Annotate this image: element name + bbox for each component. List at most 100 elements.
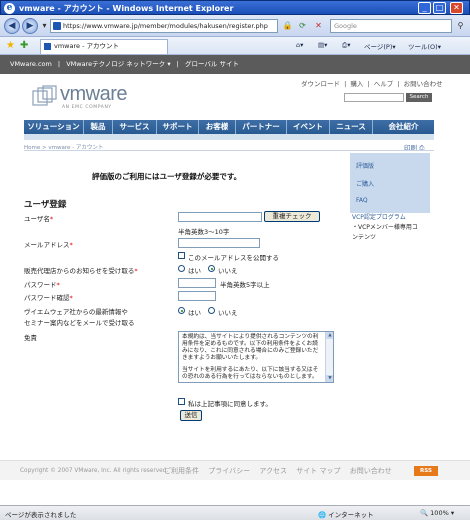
lock-icon[interactable]: 🔒 [282, 20, 293, 31]
address-toolbar: ◀ ▶ ▾ https://www.vmware.jp/member/modul… [0, 15, 470, 37]
email-input[interactable] [178, 238, 260, 248]
email-public-label: このメールアドレスを公開する [188, 254, 279, 262]
copyright: Copyright © 2007 VMware, Inc. All rights… [20, 468, 169, 474]
terms-textarea[interactable]: 本規約は、当サイトにより提供されるコンテンツの利用条件を定めるものです。以下の利… [178, 331, 334, 383]
nav-customers[interactable]: お客様 [199, 120, 236, 134]
tab-toolbar: ★ ✚ vmware - アカウント ⌂▾ ▤▾ ⎙▾ ページ(P)▾ ツール(… [0, 37, 470, 55]
seminar-yes-radio[interactable] [178, 307, 185, 314]
dealer-notice-yes-radio[interactable] [178, 265, 185, 272]
nav-products[interactable]: 製品 [84, 120, 113, 134]
nav-partners[interactable]: パートナー [236, 120, 287, 134]
password-confirm-input[interactable] [178, 291, 216, 301]
maximize-button[interactable]: □ [433, 2, 446, 14]
terms-scrollbar[interactable]: ▲ ▼ [325, 332, 333, 382]
stop-button[interactable]: ✕ [313, 20, 324, 31]
nav-events[interactable]: イベント [287, 120, 330, 134]
page-menu[interactable]: ページ(P)▾ [364, 41, 396, 51]
print-link[interactable]: 印刷 ⎙ [404, 142, 424, 153]
utility-separator: | [367, 80, 370, 88]
seminar-label-2: セミナー案内などをメールで受け取る [24, 319, 135, 327]
forward-button[interactable]: ▶ [22, 18, 38, 34]
agree-checkbox[interactable] [178, 398, 185, 405]
dealer-notice-no-radio[interactable] [208, 265, 215, 272]
help-link[interactable]: ヘルプ [374, 80, 394, 88]
footer-contact-link[interactable]: お問い合わせ [350, 467, 392, 475]
footer-links: ご利用条件 プライバシー アクセス サイト マップ お問い合わせ [164, 466, 399, 476]
submit-button[interactable]: 送信 [180, 410, 202, 421]
required-mark: * [49, 215, 54, 223]
side-link-trial[interactable]: 評価版 [356, 161, 374, 170]
duplicate-check-button[interactable]: 重複チェック [264, 211, 320, 222]
scroll-up-arrow-icon[interactable]: ▲ [326, 332, 333, 339]
dealer-notice-yes-label: はい [188, 267, 201, 275]
nav-news[interactable]: ニュース [330, 120, 373, 134]
feeds-icon[interactable]: ▤▾ [318, 41, 327, 49]
topstrip-global-link[interactable]: グローバル サイト [185, 60, 239, 68]
password-input[interactable] [178, 278, 216, 288]
footer-privacy-link[interactable]: プライバシー [208, 467, 250, 475]
vcp-member-link[interactable]: ・VCPメンバー様専用コ [352, 223, 418, 233]
footer-access-link[interactable]: アクセス [259, 467, 287, 475]
site-search-input[interactable] [344, 93, 404, 102]
topstrip-vmtn-link[interactable]: VMwareテクノロジ ネットワーク ▾ [66, 60, 170, 68]
minimize-button[interactable]: _ [418, 2, 431, 14]
security-zone[interactable]: 🌐 インターネット [318, 509, 374, 519]
back-button[interactable]: ◀ [4, 18, 20, 34]
email-public-checkbox[interactable] [178, 252, 185, 259]
username-input[interactable] [178, 212, 262, 222]
nav-solutions[interactable]: ソリューション [24, 120, 84, 134]
zoom-level: 100% [430, 509, 449, 517]
tab-vmware-account[interactable]: vmware - アカウント [40, 39, 168, 54]
contact-link[interactable]: お問い合わせ [404, 80, 443, 88]
password-hint: 半角英数5字以上 [220, 281, 270, 289]
tools-menu[interactable]: ツール(O)▾ [408, 41, 441, 51]
vcp-member-link-cont[interactable]: ンテンツ [352, 233, 418, 243]
seminar-no-radio[interactable] [208, 307, 215, 314]
home-icon[interactable]: ⌂▾ [296, 41, 303, 49]
scroll-down-arrow-icon[interactable]: ▼ [326, 375, 333, 382]
nav-support[interactable]: サポート [157, 120, 199, 134]
history-dropdown-icon[interactable]: ▾ [39, 20, 50, 31]
side-link-purchase[interactable]: ご購入 [356, 179, 374, 188]
add-favorite-icon[interactable]: ✚ [20, 40, 28, 51]
vmware-logo[interactable]: vmware AN EMC COMPANY [32, 83, 128, 113]
nav-company[interactable]: 会社紹介 [373, 120, 434, 134]
username-label: ユーザ名* [24, 213, 53, 223]
window-title: vmware - アカウント - Windows Internet Explor… [19, 4, 234, 13]
favorites-star-icon[interactable]: ★ [6, 40, 15, 51]
side-link-faq[interactable]: FAQ [356, 197, 368, 204]
status-bar: ページが表示されました 🌐 インターネット 🔍 100% ▾ [0, 505, 470, 520]
window-titlebar: e vmware - アカウント - Windows Internet Expl… [0, 0, 470, 15]
dealer-notice-label-text: 販売代理店からのお知らせを受け取る [24, 267, 135, 275]
print-icon[interactable]: ⎙▾ [342, 41, 350, 50]
download-link[interactable]: ダウンロード [301, 80, 340, 88]
topstrip-vmware-com-link[interactable]: VMware.com [10, 60, 52, 68]
vmware-cubes-icon [32, 85, 57, 106]
search-icon[interactable]: ⚲ [455, 20, 466, 31]
required-mark: * [56, 281, 60, 289]
site-search-button[interactable]: Search [406, 93, 432, 102]
utility-separator: | [344, 80, 347, 88]
rss-feed-icon[interactable]: RSS [414, 466, 438, 476]
nav-services[interactable]: サービス [113, 120, 157, 134]
terms-label: 免責 [24, 334, 37, 342]
page-footer: Copyright © 2007 VMware, Inc. All rights… [0, 460, 470, 480]
search-input[interactable]: Google [330, 19, 452, 33]
vcp-title-link[interactable]: VCP認定プログラム [352, 213, 418, 223]
agree-label: 私は上記事項に同意します。 [188, 400, 272, 408]
zoom-control[interactable]: 🔍 100% ▾ [420, 509, 454, 517]
refresh-button[interactable]: ⟳ [297, 20, 308, 31]
main-nav: ソリューション 製品 サービス サポート お客様 パートナー イベント ニュース… [24, 120, 434, 134]
close-button[interactable]: ✕ [450, 2, 463, 14]
purchase-link[interactable]: 購入 [350, 80, 363, 88]
password-confirm-label-text: パスワード確認 [24, 294, 70, 302]
footer-sitemap-link[interactable]: サイト マップ [296, 467, 340, 475]
required-mark: * [69, 241, 73, 249]
tab-title: vmware - アカウント [54, 42, 119, 50]
site-favicon-icon [53, 22, 61, 30]
logo-wordmark: vmware [60, 83, 128, 105]
address-input[interactable]: https://www.vmware.jp/member/modules/hak… [50, 19, 278, 33]
footer-terms-link[interactable]: ご利用条件 [164, 467, 199, 475]
username-hint: 半角英数3〜10字 [178, 228, 230, 236]
password-label: パスワード* [24, 279, 60, 289]
